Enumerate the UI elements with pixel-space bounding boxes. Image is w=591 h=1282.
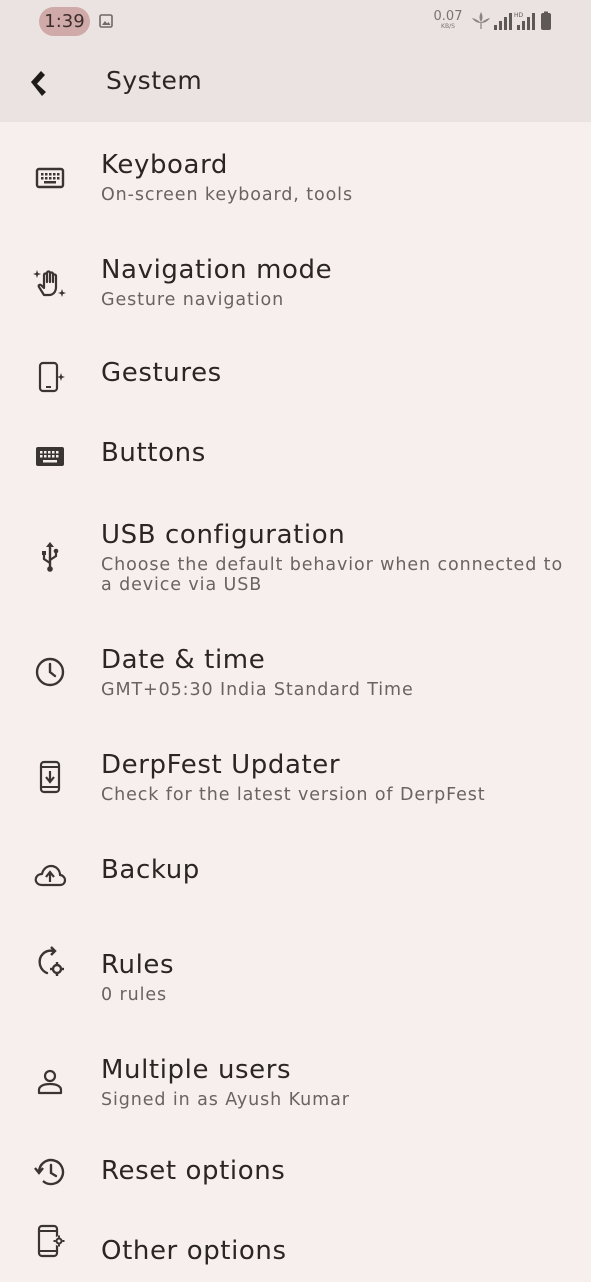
list-item-title: Reset options xyxy=(101,1156,286,1186)
list-item-multiple-users[interactable]: Multiple users Signed in as Ayush Kumar xyxy=(0,1027,591,1132)
list-item-keyboard[interactable]: Keyboard On-screen keyboard, tools xyxy=(0,122,591,227)
list-item-subtitle: Choose the default behavior when connect… xyxy=(101,555,564,595)
page-title: System xyxy=(106,66,203,95)
list-item-subtitle: On-screen keyboard, tools xyxy=(101,185,353,205)
list-item-subtitle: GMT+05:30 India Standard Time xyxy=(101,680,414,700)
status-bar: 1:39 0.07 KB/S HD xyxy=(0,0,591,44)
list-item-title: Backup xyxy=(101,855,200,885)
signal-icon xyxy=(494,13,512,30)
list-item-title: Date & time xyxy=(101,645,266,675)
list-item-subtitle: Signed in as Ayush Kumar xyxy=(101,1090,350,1110)
system-update-icon xyxy=(39,760,61,794)
battery-icon xyxy=(541,11,551,30)
list-item-usb-configuration[interactable]: USB configuration Choose the default beh… xyxy=(0,492,591,617)
list-item-title: DerpFest Updater xyxy=(101,750,341,780)
back-button[interactable] xyxy=(18,62,62,106)
list-item-title: Rules xyxy=(101,950,175,980)
image-icon xyxy=(99,14,113,28)
list-item-subtitle: Gesture navigation xyxy=(101,290,285,310)
keyboard-filled-icon xyxy=(36,447,64,466)
app-bar: System xyxy=(0,44,591,122)
list-item-buttons[interactable]: Buttons xyxy=(0,412,591,492)
list-item-date-time[interactable]: Date & time GMT+05:30 India Standard Tim… xyxy=(0,617,591,722)
list-item-subtitle: 0 rules xyxy=(101,985,168,1005)
leaf-icon xyxy=(472,12,490,29)
rules-sync-icon xyxy=(38,946,64,976)
clock-icon xyxy=(35,657,65,687)
list-item-subtitle: Check for the latest version of DerpFest xyxy=(101,785,486,805)
cloud-upload-icon xyxy=(34,864,67,887)
phone-settings-icon xyxy=(37,1224,65,1258)
list-item-title: Buttons xyxy=(101,438,206,468)
history-icon xyxy=(34,1158,65,1186)
list-item-title: Multiple users xyxy=(101,1055,292,1085)
network-speed: 0.07 KB/S xyxy=(430,10,466,31)
status-time: 1:39 xyxy=(39,7,90,36)
network-speed-value: 0.07 xyxy=(433,9,463,24)
svg-text:HD: HD xyxy=(514,12,524,19)
hd-signal-icon: HD xyxy=(514,12,535,30)
list-item-title: Gestures xyxy=(101,358,222,388)
list-item-derpfest-updater[interactable]: DerpFest Updater Check for the latest ve… xyxy=(0,722,591,827)
list-item-title: USB configuration xyxy=(101,520,346,550)
list-item-gestures[interactable]: Gestures xyxy=(0,332,591,412)
back-arrow-icon xyxy=(31,71,46,96)
list-item-title: Other options xyxy=(101,1236,287,1266)
list-item-other-options[interactable]: Other options xyxy=(0,1212,591,1282)
status-icons: HD xyxy=(472,11,551,30)
network-speed-unit: KB/S xyxy=(441,23,455,30)
keyboard-icon xyxy=(35,167,65,189)
list-item-rules[interactable]: Rules 0 rules xyxy=(0,922,591,1027)
list-item-title: Keyboard xyxy=(101,150,229,180)
list-item-backup[interactable]: Backup xyxy=(0,827,591,922)
list-item-navigation-mode[interactable]: Navigation mode Gesture navigation xyxy=(0,227,591,332)
person-icon xyxy=(37,1069,63,1095)
list-item-title: Navigation mode xyxy=(101,255,333,285)
gesture-hand-icon xyxy=(33,270,66,297)
phone-sparkle-icon xyxy=(38,361,65,393)
list-item-reset-options[interactable]: Reset options xyxy=(0,1132,591,1212)
usb-icon xyxy=(42,542,59,572)
